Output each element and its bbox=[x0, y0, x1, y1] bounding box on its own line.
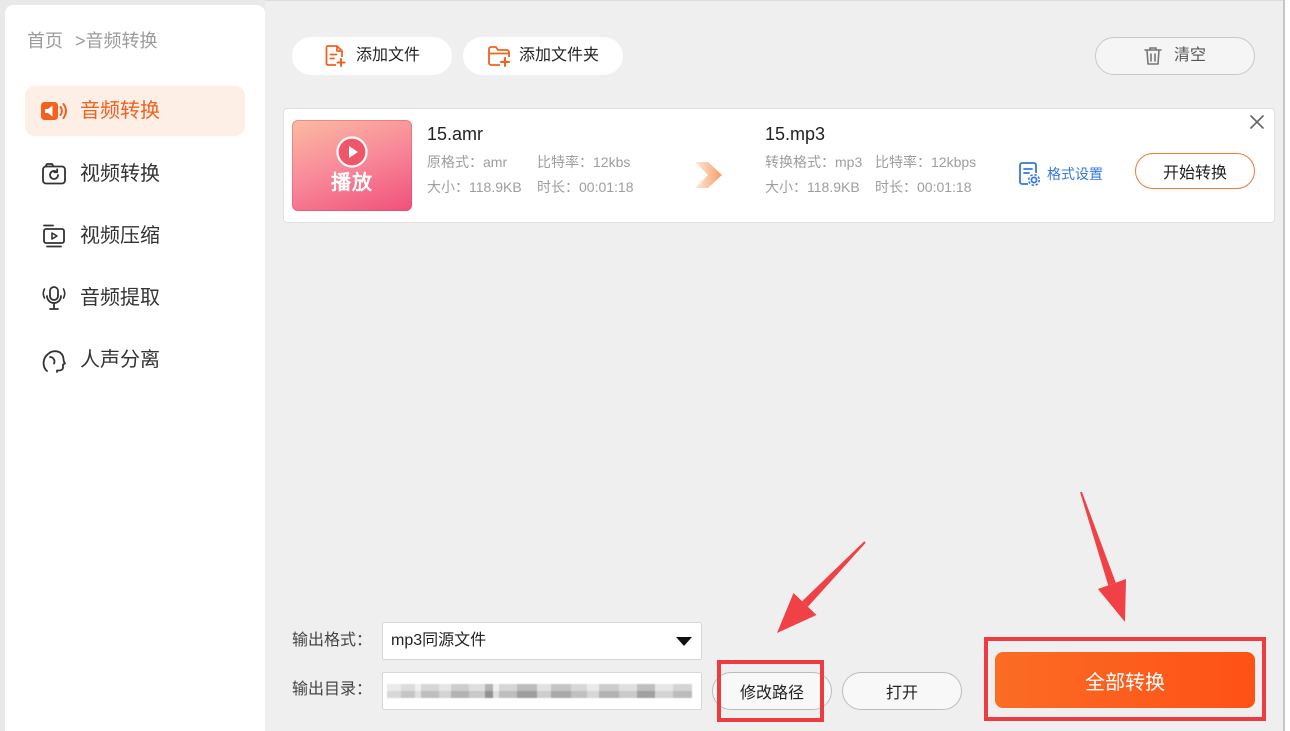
sidebar-item-vocal-separation[interactable]: 人声分离 bbox=[25, 335, 245, 385]
sidebar-item-label: 音频提取 bbox=[80, 287, 160, 309]
trash-icon bbox=[1144, 46, 1162, 66]
close-icon[interactable] bbox=[1248, 113, 1266, 131]
target-file-name: 15.mp3 bbox=[765, 124, 826, 144]
change-path-button[interactable]: 修改路径 bbox=[712, 672, 832, 710]
file-thumbnail[interactable]: 播放 bbox=[292, 120, 412, 211]
start-convert-label: 开始转换 bbox=[1162, 165, 1227, 182]
convert-all-label: 全部转换 bbox=[1085, 671, 1165, 694]
sidebar-item-video-convert[interactable]: 视频转换 bbox=[25, 149, 245, 199]
window-outside bbox=[1285, 0, 1290, 731]
chevron-down-icon bbox=[676, 637, 692, 646]
target-bitrate: 比特率：12kbps bbox=[875, 154, 977, 170]
output-dir-field[interactable] bbox=[382, 672, 702, 710]
breadcrumb-current: >音频转换 bbox=[75, 31, 158, 51]
format-settings-label: 格式设置 bbox=[1047, 166, 1103, 182]
convert-all-button[interactable]: 全部转换 bbox=[995, 652, 1255, 708]
sidebar: 首页 >音频转换 音频转换 视频转换 视频压缩 音频提取 人声分离 bbox=[5, 5, 265, 731]
add-file-label: 添加文件 bbox=[355, 47, 420, 64]
add-file-icon bbox=[324, 44, 346, 68]
play-icon bbox=[336, 136, 368, 168]
format-settings-icon bbox=[1018, 161, 1040, 187]
breadcrumb-home[interactable]: 首页 bbox=[27, 31, 63, 51]
sidebar-item-audio-extract[interactable]: 音频提取 bbox=[25, 273, 245, 323]
breadcrumb: 首页 >音频转换 bbox=[27, 30, 158, 52]
sidebar-item-video-compress[interactable]: 视频压缩 bbox=[25, 211, 245, 261]
add-file-button[interactable]: 添加文件 bbox=[292, 37, 452, 75]
sidebar-item-label: 视频压缩 bbox=[80, 225, 160, 247]
sidebar-item-label: 人声分离 bbox=[80, 349, 160, 371]
sidebar-item-label: 音频转换 bbox=[80, 100, 160, 122]
output-format-select[interactable]: mp3同源文件 bbox=[382, 622, 702, 660]
clear-button[interactable]: 清空 bbox=[1095, 37, 1255, 75]
convert-arrow-icon bbox=[695, 162, 722, 188]
source-duration: 时长：00:01:18 bbox=[537, 179, 634, 195]
output-format-label: 输出格式： bbox=[292, 632, 373, 649]
output-format-value: mp3同源文件 bbox=[391, 632, 487, 649]
format-settings-link[interactable]: 格式设置 bbox=[1018, 161, 1103, 187]
file-card: 播放 15.amr 原格式：amr 比特率：12kbs 大小：118.9KB 时… bbox=[283, 108, 1275, 223]
source-format: 原格式：amr bbox=[427, 154, 508, 170]
thumbnail-label: 播放 bbox=[331, 172, 373, 194]
open-folder-label: 打开 bbox=[885, 685, 918, 702]
audio-extract-icon bbox=[40, 284, 68, 312]
target-format: 转换格式：mp3 bbox=[765, 154, 863, 170]
vocal-separation-icon bbox=[40, 346, 68, 374]
source-bitrate: 比特率：12kbs bbox=[537, 154, 631, 170]
video-convert-icon bbox=[40, 160, 68, 188]
target-duration: 时长：00:01:18 bbox=[875, 179, 972, 195]
output-dir-label: 输出目录： bbox=[292, 681, 373, 698]
add-folder-label: 添加文件夹 bbox=[518, 47, 599, 64]
video-compress-icon bbox=[40, 222, 68, 250]
source-size: 大小：118.9KB bbox=[427, 179, 522, 195]
start-convert-button[interactable]: 开始转换 bbox=[1135, 153, 1255, 189]
change-path-label: 修改路径 bbox=[739, 685, 804, 702]
open-folder-button[interactable]: 打开 bbox=[842, 672, 962, 710]
target-size: 大小：118.9KB bbox=[765, 179, 860, 195]
audio-convert-icon bbox=[40, 97, 68, 125]
sidebar-item-audio-convert[interactable]: 音频转换 bbox=[25, 86, 245, 136]
clear-label: 清空 bbox=[1173, 47, 1206, 64]
source-file-name: 15.amr bbox=[427, 124, 484, 144]
add-folder-icon bbox=[487, 45, 511, 67]
main-panel: 添加文件 添加文件夹 清空 播放 15.amr 原格式：amr 比特率：12kb… bbox=[265, 0, 1283, 731]
sidebar-item-label: 视频转换 bbox=[80, 163, 160, 185]
output-path-blurred bbox=[387, 684, 692, 698]
add-folder-button[interactable]: 添加文件夹 bbox=[463, 37, 623, 75]
